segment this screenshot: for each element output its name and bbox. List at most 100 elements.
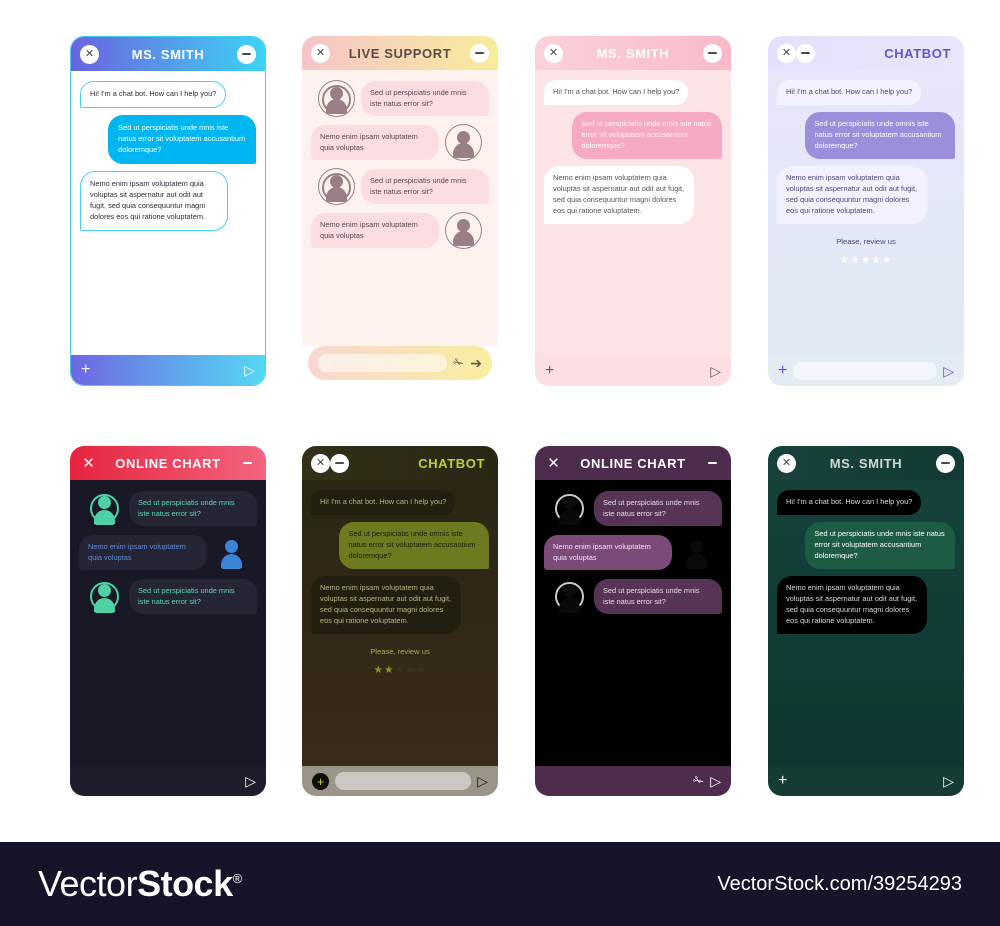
message-list: Hi! I'm a chat bot. How can I help you? S… — [535, 70, 731, 356]
minimize-bar — [243, 462, 252, 464]
avatar-body — [559, 510, 580, 525]
send-button[interactable]: ▷ — [244, 363, 255, 377]
avatar — [86, 578, 123, 615]
minimize-bar — [941, 462, 950, 464]
close-icon[interactable]: ✕ — [311, 453, 330, 473]
add-attachment-button[interactable]: + — [312, 772, 329, 790]
message-bubble: Sed ut perspiciatis unde mnis iste natus… — [361, 168, 489, 205]
input-bar: + ▷ — [71, 355, 265, 385]
message-bubble: Sed ut perspiciatis unde mnis iste natus… — [572, 111, 722, 159]
chat-card-green-ms-smith: ✕ MS. SMITH Hi! I'm a chat bot. How can I … — [768, 446, 964, 796]
card-title: ONLINE CHART — [580, 455, 686, 471]
close-icon[interactable]: ✕ — [544, 43, 563, 63]
star-icon[interactable]: ★ — [882, 254, 893, 266]
minimize-icon[interactable] — [936, 453, 955, 473]
card-header: ✕ LIVE SUPPORT — [302, 36, 498, 70]
message-input[interactable] — [335, 772, 472, 790]
message-row: Sed ut perspiciatis unde mnis iste natus… — [86, 490, 257, 527]
close-icon[interactable]: ✕ — [79, 454, 98, 473]
send-button[interactable]: ▷ — [943, 774, 954, 788]
message-list: Hi! I'm a chat bot. How can I help you? S… — [302, 480, 498, 766]
card-title: MS. SMITH — [596, 45, 670, 61]
add-attachment-button[interactable]: + — [545, 363, 554, 379]
send-button[interactable]: ▷ — [710, 364, 721, 378]
minimize-bar — [475, 52, 484, 54]
message-list: Sed ut perspiciatis unde mnis iste natus… — [535, 480, 731, 766]
review-label: Please, review us — [370, 646, 430, 656]
send-button[interactable]: ▷ — [710, 774, 721, 788]
message-bubble: Nemo enim ipsam voluptatem quia voluptas… — [80, 170, 228, 231]
avatar-head — [690, 540, 703, 553]
attach-file-icon[interactable]: ✁ — [692, 772, 705, 790]
chat-card-chatbot-lavender: ✕ CHATBOT Hi! I'm a chat bot. How can I he… — [768, 36, 964, 386]
add-attachment-button[interactable]: + — [778, 363, 787, 379]
chat-card-pink-ms-smith: ✕ MS. SMITH Hi! I'm a chat bot. How can I … — [535, 36, 731, 386]
close-icon[interactable]: ✕ — [544, 454, 563, 473]
message-bubble: Hi! I'm a chat bot. How can I help you? — [777, 490, 922, 515]
message-bubble: Nemo enim ipsam voluptatem quia voluptas… — [544, 165, 694, 224]
close-icon[interactable]: ✕ — [777, 43, 796, 63]
message-row: Nemo enim ipsam voluptatem quia voluptas — [311, 124, 482, 161]
minimize-icon[interactable] — [470, 43, 489, 63]
star-rating[interactable]: ★★★★★ — [311, 664, 489, 676]
avatar-body — [326, 187, 347, 202]
avatar-body — [453, 231, 474, 246]
star-icon[interactable]: ★ — [871, 254, 882, 266]
close-icon[interactable]: ✕ — [777, 453, 796, 473]
avatar-body — [453, 143, 474, 158]
card-header: ✕ MS. SMITH — [535, 36, 731, 70]
message-bubble: Sed ut perspiciatis unde mnis iste natus… — [108, 114, 256, 164]
input-bar: ▷ — [70, 766, 266, 796]
minimize-bar — [801, 52, 810, 54]
add-attachment-button[interactable]: + — [81, 362, 90, 378]
input-bar: + ▷ — [535, 356, 731, 386]
send-button[interactable]: ▷ — [245, 774, 256, 788]
minimize-icon[interactable] — [703, 454, 722, 473]
avatar — [678, 534, 715, 571]
star-icon[interactable]: ★ — [850, 254, 861, 266]
minimize-icon[interactable] — [238, 454, 257, 473]
review-label: Please, review us — [836, 236, 896, 246]
message-list: Hi! I'm a chat bot. How can I help you? S… — [71, 71, 265, 355]
message-bubble: Nemo enim ipsam voluptatem quia voluptas — [544, 534, 672, 571]
star-icon[interactable]: ★ — [416, 664, 427, 676]
message-input[interactable] — [318, 354, 448, 372]
avatar-head — [563, 584, 576, 597]
send-button[interactable]: ➔ — [470, 356, 482, 370]
send-button[interactable]: ▷ — [943, 364, 954, 378]
attach-file-icon[interactable]: ✁ — [452, 354, 465, 372]
minimize-icon[interactable] — [796, 43, 815, 63]
card-header: ✕ ONLINE CHART — [70, 446, 266, 480]
message-bubble: Nemo enim ipsam voluptatem quia voluptas — [311, 212, 439, 249]
logo-suffix: Stock — [137, 863, 233, 904]
message-bubble: Sed ut perspiciatis unde omnis iste natu… — [805, 111, 955, 159]
minimize-icon[interactable] — [237, 44, 256, 64]
chat-card-blue-ms-smith: ✕ MS. SMITH Hi! I'm a chat bot. How can I … — [70, 36, 266, 386]
message-list: Sed ut perspiciatis unde mnis iste natus… — [302, 70, 498, 346]
avatar-body — [686, 554, 707, 569]
card-title: ONLINE CHART — [115, 455, 221, 471]
message-list: Hi! I'm a chat bot. How can I help you? S… — [768, 70, 964, 356]
close-icon[interactable]: ✕ — [80, 44, 99, 64]
input-bar: ✁ ➔ — [308, 346, 492, 380]
star-icon[interactable]: ★ — [839, 254, 850, 266]
minimize-icon[interactable] — [703, 43, 722, 63]
star-icon[interactable]: ★ — [384, 664, 395, 676]
close-icon[interactable]: ✕ — [311, 43, 330, 63]
star-icon[interactable]: ★ — [861, 254, 872, 266]
message-row: Sed ut perspiciatis unde mnis iste natus… — [551, 578, 722, 615]
star-rating[interactable]: ★★★★★ — [777, 254, 955, 266]
star-icon[interactable]: ★ — [395, 664, 406, 676]
send-button[interactable]: ▷ — [477, 774, 488, 788]
message-row: Nemo enim ipsam voluptatem quia voluptas — [544, 534, 715, 571]
star-icon[interactable]: ★ — [373, 664, 384, 676]
cards-board: ✕ MS. SMITH Hi! I'm a chat bot. How can I … — [0, 0, 1000, 830]
card-header: ✕ ONLINE CHART — [535, 446, 731, 480]
avatar — [318, 168, 355, 205]
add-attachment-button[interactable]: + — [778, 773, 787, 789]
minimize-icon[interactable] — [330, 453, 349, 473]
star-icon[interactable]: ★ — [405, 664, 416, 676]
message-bubble: Hi! I'm a chat bot. How can I help you? — [544, 80, 689, 105]
message-input[interactable] — [793, 362, 938, 380]
message-bubble: Nemo enim ipsam voluptatem quia voluptas… — [777, 165, 927, 224]
